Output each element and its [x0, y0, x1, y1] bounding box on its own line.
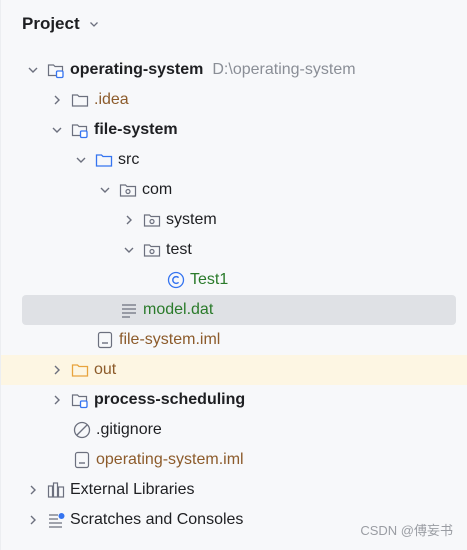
- text-file-icon: [120, 301, 138, 319]
- tree-item-label: file-system.iml: [119, 331, 221, 348]
- tree-item-label: system: [166, 211, 217, 228]
- module-folder-icon: [47, 61, 65, 79]
- tree-item-label: .idea: [94, 91, 129, 108]
- chevron-down-icon[interactable]: [25, 62, 41, 78]
- tree-item-label: src: [118, 151, 140, 168]
- tree-item-file-system[interactable]: file-system: [1, 115, 467, 145]
- tree-item-label: test: [166, 241, 192, 258]
- tree-item-process-scheduling[interactable]: process-scheduling: [1, 385, 467, 415]
- module-folder-icon: [71, 391, 89, 409]
- tree-item-test1[interactable]: Test1: [1, 265, 467, 295]
- tree-item-label: Scratches and Consoles: [70, 511, 244, 528]
- tree-item-test[interactable]: test: [1, 235, 467, 265]
- module-folder-icon: [71, 121, 89, 139]
- module-path: D:\operating-system: [212, 61, 356, 78]
- tree-item-external-libraries[interactable]: External Libraries: [1, 475, 467, 505]
- chevron-down-icon: [89, 22, 98, 27]
- tree-item-gitignore[interactable]: .gitignore: [1, 415, 467, 445]
- tree-item-model-dat[interactable]: model.dat: [1, 295, 467, 325]
- tree-item-label: model.dat: [143, 301, 214, 318]
- chevron-right-icon[interactable]: [121, 212, 137, 228]
- source-folder-icon: [95, 151, 113, 169]
- tree-item-file-system-iml[interactable]: file-system.iml: [1, 325, 467, 355]
- chevron-down-icon[interactable]: [73, 152, 89, 168]
- tree-item-label: out: [94, 361, 117, 378]
- tree-item-label: operating-system: [70, 61, 204, 78]
- excluded-folder-icon: [71, 361, 89, 379]
- chevron-right-icon[interactable]: [49, 362, 65, 378]
- project-view-selector[interactable]: Project: [22, 11, 100, 37]
- tree-item-com[interactable]: com: [1, 175, 467, 205]
- tree-item-operating-system[interactable]: operating-system D:\operating-system: [1, 55, 467, 85]
- package-icon: [119, 181, 137, 199]
- ignore-file-icon: [73, 421, 91, 439]
- chevron-down-icon[interactable]: [97, 182, 113, 198]
- tree-item-label: operating-system.iml: [96, 451, 244, 468]
- tree-item-label: .gitignore: [96, 421, 162, 438]
- project-tool-window: Project operating-system D:\operating-sy…: [0, 0, 467, 550]
- chevron-down-icon[interactable]: [121, 242, 137, 258]
- tree-item-label: Test1: [190, 271, 229, 288]
- scratches-icon: [47, 511, 65, 529]
- tree-item-label: External Libraries: [70, 481, 195, 498]
- package-icon: [143, 211, 161, 229]
- watermark-text: CSDN @傅妄书: [360, 523, 453, 538]
- chevron-right-icon[interactable]: [25, 512, 41, 528]
- tree-item-operating-system-iml[interactable]: operating-system.iml: [1, 445, 467, 475]
- library-icon: [47, 481, 65, 499]
- tree-item-system[interactable]: system: [1, 205, 467, 235]
- tree-item-out[interactable]: out: [1, 355, 467, 385]
- panel-title: Project: [22, 14, 80, 33]
- chevron-right-icon[interactable]: [25, 482, 41, 498]
- tree-item-idea[interactable]: .idea: [1, 85, 467, 115]
- folder-icon: [71, 91, 89, 109]
- tree-item-src[interactable]: src: [1, 145, 467, 175]
- chevron-right-icon[interactable]: [49, 92, 65, 108]
- chevron-right-icon[interactable]: [49, 392, 65, 408]
- tree-item-label: process-scheduling: [94, 391, 246, 408]
- chevron-down-icon[interactable]: [49, 122, 65, 138]
- tree-item-label: com: [142, 181, 173, 198]
- package-icon: [143, 241, 161, 259]
- iml-file-icon: [96, 331, 114, 349]
- java-class-icon: [167, 271, 185, 289]
- tree-item-label: file-system: [94, 121, 178, 138]
- iml-file-icon: [73, 451, 91, 469]
